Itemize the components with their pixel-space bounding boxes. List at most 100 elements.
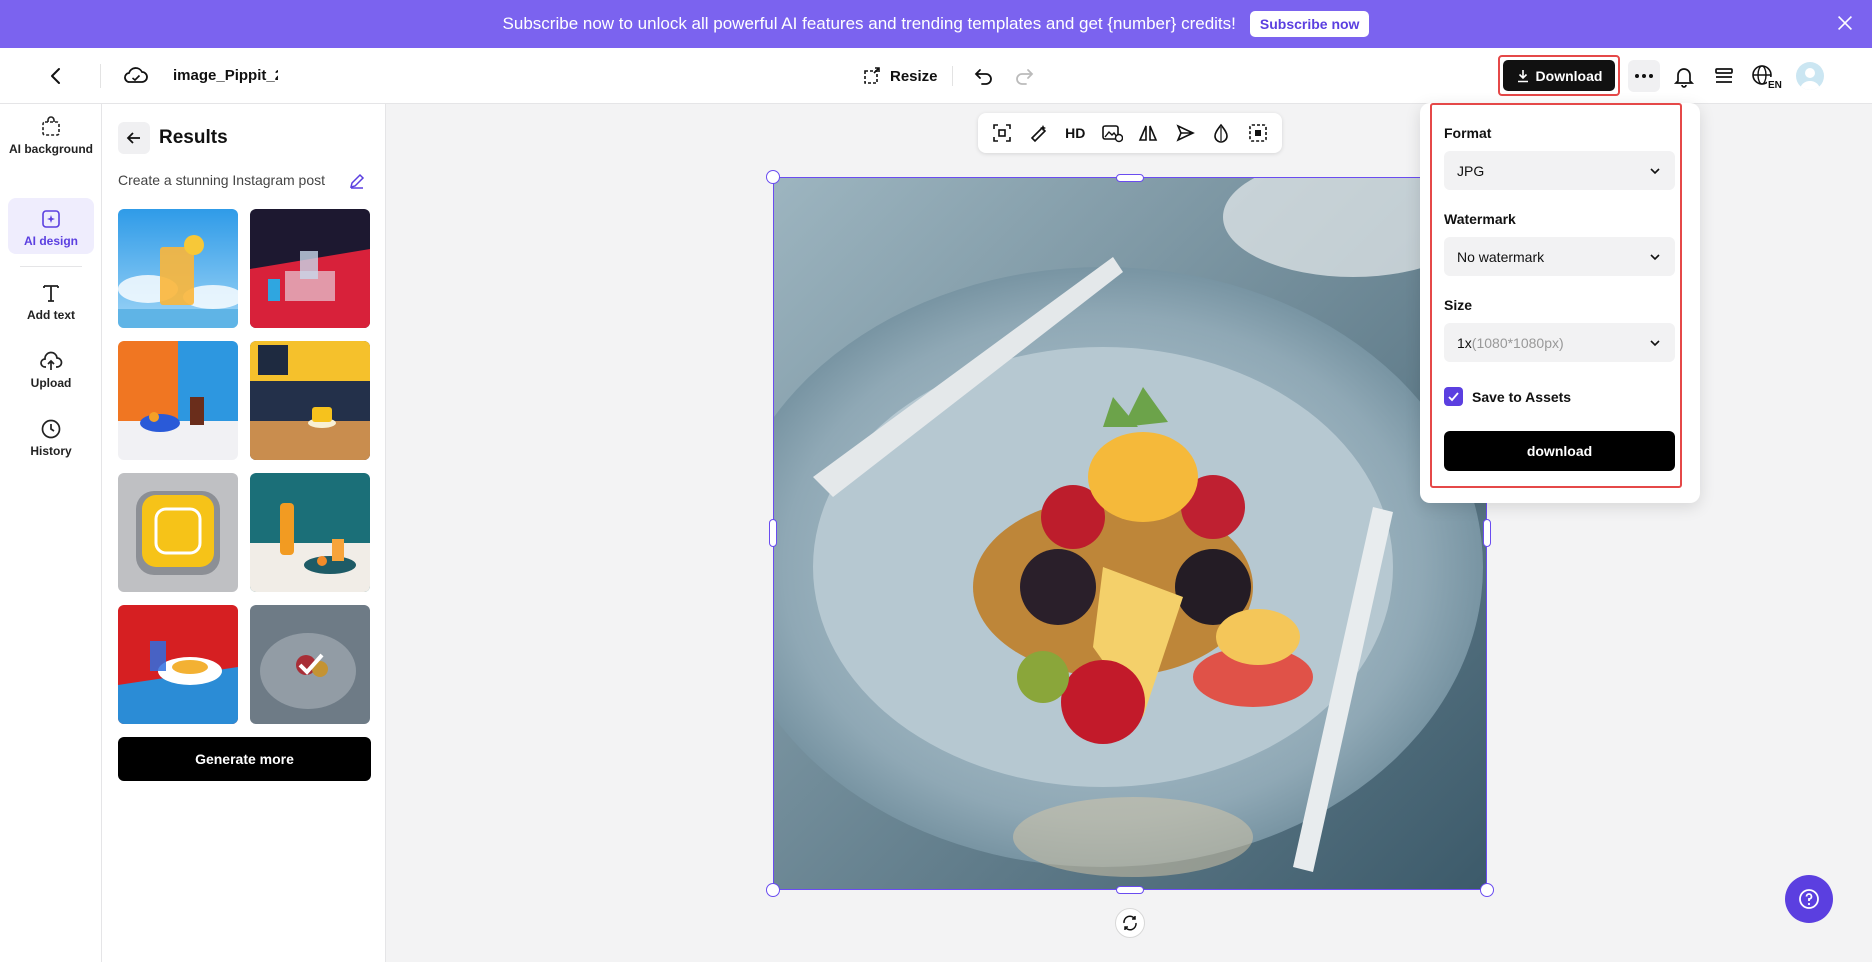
check-icon xyxy=(1448,392,1459,402)
file-name[interactable]: image_Pippit_20 xyxy=(173,67,278,84)
left-tool-rail: AI background AI design Add text Upload … xyxy=(0,104,102,962)
text-icon xyxy=(43,285,59,302)
ai-design-icon xyxy=(42,210,60,228)
hd-button[interactable]: HD xyxy=(1064,122,1086,144)
rail-item-ai-design[interactable]: AI design xyxy=(8,198,94,254)
format-value: JPG xyxy=(1457,162,1485,179)
result-thumbnail-glass-on-red-table[interactable] xyxy=(250,209,370,328)
generate-more-button[interactable]: Generate more xyxy=(118,737,371,781)
resize-handle-right[interactable] xyxy=(1483,519,1491,547)
plate-red-image xyxy=(118,605,238,724)
divider xyxy=(952,66,953,86)
redo-icon[interactable] xyxy=(1012,64,1036,88)
bell-icon[interactable] xyxy=(1670,62,1698,90)
result-thumbnail-orange-drink-sky[interactable] xyxy=(118,209,238,328)
rail-label: History xyxy=(30,444,72,458)
resize-handle-bottom-right[interactable] xyxy=(1480,883,1494,897)
resize-handle-bottom-left[interactable] xyxy=(766,883,780,897)
select-subject-icon[interactable] xyxy=(1247,122,1269,144)
promo-banner: Subscribe now to unlock all powerful AI … xyxy=(0,0,1872,48)
results-panel: Results Create a stunning Instagram post… xyxy=(102,104,386,962)
language-globe-icon[interactable]: EN xyxy=(1750,62,1782,90)
rotate-icon xyxy=(1123,915,1137,931)
glass-image xyxy=(250,209,370,328)
download-confirm-button[interactable]: download xyxy=(1444,431,1675,471)
avatar[interactable] xyxy=(1796,62,1824,90)
chevron-down-icon xyxy=(1650,253,1660,260)
cafe-image xyxy=(118,341,238,460)
save-to-assets-label: Save to Assets xyxy=(1472,388,1572,405)
help-button[interactable] xyxy=(1785,875,1833,923)
drink-image xyxy=(118,209,238,328)
resize-label: Resize xyxy=(890,67,938,85)
language-label: EN xyxy=(1768,80,1782,90)
opacity-drop-icon[interactable] xyxy=(1210,122,1232,144)
size-label: Size xyxy=(1444,297,1473,313)
size-value-wrap: 1x(1080*1080px) xyxy=(1457,335,1564,351)
resize-handle-top-left[interactable] xyxy=(766,170,780,184)
layers-icon[interactable] xyxy=(1710,62,1738,90)
result-thumbnail-blue-glass-plate-red[interactable] xyxy=(118,605,238,724)
size-select[interactable]: 1x(1080*1080px) xyxy=(1444,323,1675,362)
result-thumbnail-yellow-cup-cafe[interactable] xyxy=(250,341,370,460)
rail-item-add-text[interactable]: Add text xyxy=(8,282,94,332)
undo-icon[interactable] xyxy=(972,64,996,88)
close-icon[interactable] xyxy=(1834,12,1856,34)
chevron-down-icon xyxy=(1650,167,1660,174)
resize-icon xyxy=(864,67,880,84)
cafe-cup-image xyxy=(250,341,370,460)
fruit-plate-image xyxy=(250,605,370,724)
watermark-select[interactable]: No watermark xyxy=(1444,237,1675,276)
result-thumbnail-orange-blue-cafe-table[interactable] xyxy=(118,341,238,460)
pencil-icon[interactable] xyxy=(348,172,366,190)
image-replace-icon[interactable] xyxy=(1101,122,1123,144)
resize-handle-bottom[interactable] xyxy=(1116,886,1144,894)
save-to-assets-checkbox[interactable]: Save to Assets xyxy=(1444,387,1571,406)
rail-item-history[interactable]: History xyxy=(8,418,94,468)
resize-button[interactable]: Resize xyxy=(862,62,938,90)
result-thumbnail-fruit-plate-selected[interactable] xyxy=(250,605,370,724)
download-icon xyxy=(1517,69,1528,82)
rail-label: AI background xyxy=(8,142,93,156)
clock-icon xyxy=(41,419,61,439)
magic-eraser-icon[interactable] xyxy=(1028,122,1050,144)
back-arrow-icon[interactable] xyxy=(44,64,68,88)
banner-text: Subscribe now to unlock all powerful AI … xyxy=(502,14,1236,33)
watermark-value: No watermark xyxy=(1457,248,1545,265)
resize-handle-top[interactable] xyxy=(1116,174,1144,182)
result-thumbnail-instagram-logo-yellow[interactable] xyxy=(118,473,238,592)
question-icon xyxy=(1799,889,1819,909)
upload-icon xyxy=(40,351,63,370)
checkbox-checked[interactable] xyxy=(1444,387,1463,406)
bag-icon xyxy=(42,116,60,136)
rotate-handle[interactable] xyxy=(1115,908,1145,938)
more-options-button[interactable] xyxy=(1628,60,1660,92)
rail-item-upload[interactable]: Upload xyxy=(8,350,94,400)
crop-icon[interactable] xyxy=(991,122,1013,144)
image-toolbar: HD xyxy=(978,113,1282,153)
size-value: 1x xyxy=(1457,334,1472,351)
rail-label: Add text xyxy=(27,308,75,322)
arrow-left-icon xyxy=(126,132,140,144)
prompt-text: Create a stunning Instagram post xyxy=(118,172,326,188)
juice-image xyxy=(250,473,370,592)
resize-handle-left[interactable] xyxy=(769,519,777,547)
watermark-label: Watermark xyxy=(1444,211,1516,227)
results-title: Results xyxy=(159,127,228,148)
format-label: Format xyxy=(1444,125,1492,141)
subscribe-now-button[interactable]: Subscribe now xyxy=(1249,11,1370,37)
download-button[interactable]: Download xyxy=(1503,60,1615,91)
user-icon xyxy=(1800,68,1820,90)
result-thumbnail-orange-juice-bottle[interactable] xyxy=(250,473,370,592)
size-detail: (1080*1080px) xyxy=(1471,334,1564,351)
download-label: Download xyxy=(1535,67,1603,84)
selection-border xyxy=(773,177,1487,890)
flip-icon[interactable] xyxy=(1137,122,1159,144)
format-select[interactable]: JPG xyxy=(1444,151,1675,190)
cloud-sync-icon[interactable] xyxy=(122,62,150,90)
send-icon[interactable] xyxy=(1174,122,1196,144)
chevron-down-icon xyxy=(1650,339,1660,346)
more-icon xyxy=(1635,74,1653,78)
rail-item-ai-background[interactable]: AI background xyxy=(8,114,94,174)
results-back-button[interactable] xyxy=(118,122,150,154)
